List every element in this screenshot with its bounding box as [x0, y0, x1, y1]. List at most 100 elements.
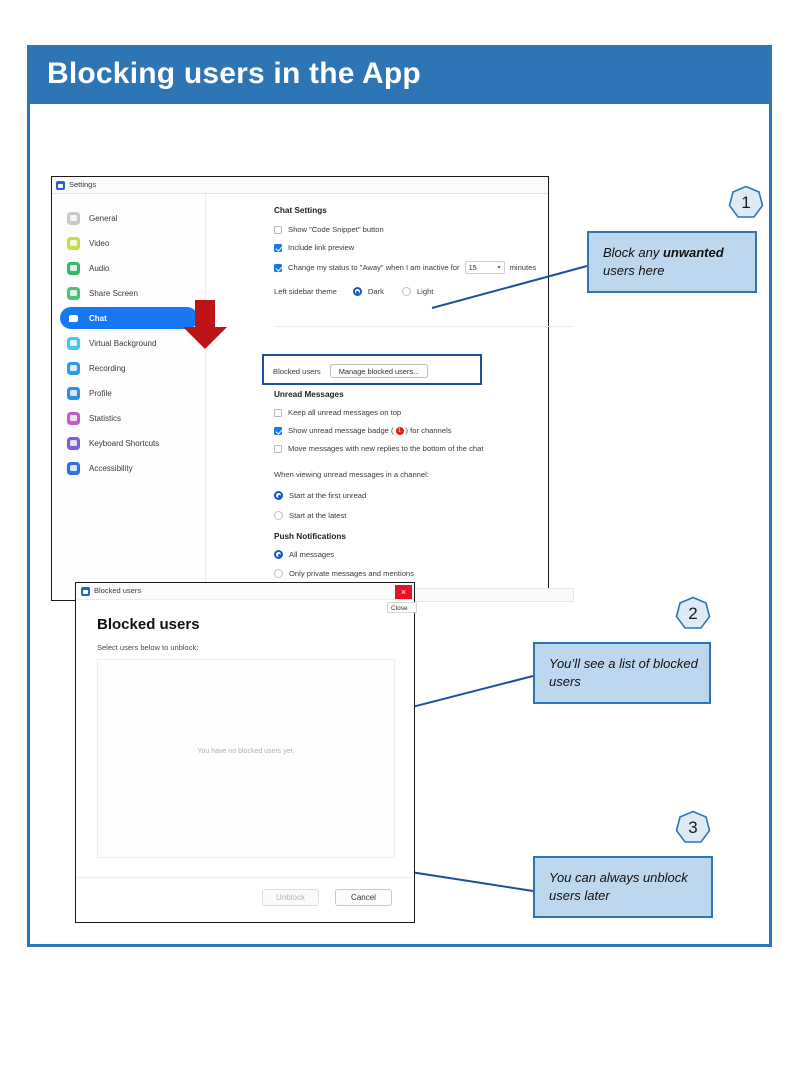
theme-dark-label: Dark — [367, 287, 384, 296]
blocked-dialog-titlebar: Blocked users × Close — [76, 583, 417, 613]
sidebar-item-label: Accessibility — [89, 463, 133, 473]
sidebar-item-video[interactable]: Video — [60, 232, 198, 254]
sidebar-item-profile[interactable]: Profile — [60, 382, 198, 404]
screen-share-icon — [67, 286, 80, 300]
sidebar-item-label: Share Screen — [89, 288, 138, 298]
blocked-users-label: Blocked users — [273, 366, 321, 376]
red-arrow-annotation — [183, 300, 227, 349]
close-tooltip: Close — [387, 602, 417, 613]
radio-start-latest[interactable] — [274, 511, 283, 520]
viewing-unread-label: When viewing unread messages in a channe… — [274, 470, 429, 479]
record-icon — [67, 361, 80, 375]
callout-1-text-pre: Block any — [603, 245, 663, 261]
option-keep-unread-on-top[interactable]: Keep all unread messages on top — [274, 408, 401, 417]
sidebar-item-accessibility[interactable]: Accessibility — [60, 457, 198, 479]
callout-marker-3-number: 3 — [688, 818, 698, 837]
blocked-users-row: Blocked users Manage blocked users... — [273, 364, 429, 378]
checkbox-move-messages-bottom[interactable] — [274, 444, 282, 453]
sidebar-item-label: Audio — [89, 263, 110, 273]
sidebar-item-chat[interactable]: Chat — [60, 307, 198, 329]
callout-1-text: Block any unwanted users here — [589, 244, 755, 279]
theme-option-light[interactable]: Light — [401, 287, 433, 296]
sidebar-item-label: Statistics — [89, 413, 122, 423]
sidebar-item-share-screen[interactable]: Share Screen — [60, 282, 198, 304]
option-start-first-unread[interactable]: Start at the first unread — [274, 491, 366, 500]
radio-theme-light[interactable] — [401, 287, 411, 296]
app-logo-icon — [81, 587, 90, 596]
callout-2-text: You’ll see a list of blocked users — [549, 656, 698, 689]
away-minutes-value: 15 — [468, 263, 477, 272]
radio-all-messages[interactable] — [274, 550, 283, 559]
settings-window: Settings General Video Audio Share Scree… — [51, 176, 574, 626]
chat-settings-heading: Chat Settings — [274, 206, 327, 215]
settings-titlebar: Settings — [52, 177, 548, 194]
theme-option-dark[interactable]: Dark — [352, 287, 384, 296]
callout-marker-3: 3 — [675, 810, 711, 846]
option-show-unread-badge[interactable]: Show unread message badge ( 1 ) for chan… — [274, 426, 452, 435]
sidebar-item-recording[interactable]: Recording — [60, 357, 198, 379]
blocked-users-highlight-box: Blocked users Manage blocked users... — [262, 354, 482, 385]
manage-blocked-users-button[interactable]: Manage blocked users... — [329, 364, 429, 378]
away-suffix-label: minutes — [509, 263, 537, 272]
divider — [274, 326, 574, 327]
person-icon — [67, 386, 80, 400]
checkbox-away-status[interactable] — [274, 263, 282, 272]
page-title: Blocking users in the App — [47, 57, 421, 90]
empty-state-text: You have no blocked users yet. — [197, 748, 295, 755]
keyboard-icon — [67, 436, 80, 450]
sidebar-item-virtual-background[interactable]: Virtual Background — [60, 332, 198, 354]
option-show-code-snippet[interactable]: Show "Code Snippet" button — [274, 225, 384, 234]
virtual-bg-icon — [67, 336, 80, 350]
radio-private-and-mentions[interactable] — [274, 569, 283, 578]
blocked-users-list[interactable]: You have no blocked users yet. — [97, 659, 395, 858]
checkbox-include-link-preview[interactable] — [274, 243, 282, 252]
option-away-status[interactable]: Change my status to "Away" when I am ina… — [274, 261, 536, 274]
checkbox-show-unread-badge[interactable] — [274, 426, 282, 435]
camera-icon — [67, 236, 80, 250]
option-label: Start at the first unread — [289, 491, 367, 500]
blocked-dialog-heading: Blocked users — [97, 616, 200, 633]
sidebar-item-label: Chat — [89, 313, 107, 323]
option-all-messages[interactable]: All messages — [274, 550, 334, 559]
unread-messages-heading: Unread Messages — [274, 390, 344, 399]
option-label: Move messages with new replies to the bo… — [288, 444, 484, 453]
theme-row: Left sidebar theme Dark Light — [274, 287, 433, 296]
slide-frame: Blocking users in the App Settings Gener… — [27, 45, 772, 947]
badge-suffix-label: ) for channels — [405, 426, 452, 435]
checkbox-keep-unread-on-top[interactable] — [274, 408, 282, 417]
sidebar-item-label: Profile — [89, 388, 112, 398]
radio-start-first-unread[interactable] — [274, 491, 283, 500]
callout-marker-1-number: 1 — [741, 193, 751, 212]
settings-titlebar-label: Settings — [69, 180, 97, 189]
checkbox-show-code-snippet[interactable] — [274, 225, 282, 234]
sidebar-item-keyboard-shortcuts[interactable]: Keyboard Shortcuts — [60, 432, 198, 454]
cancel-button[interactable]: Cancel — [335, 889, 392, 906]
option-include-link-preview[interactable]: Include link preview — [274, 243, 354, 252]
unblock-button[interactable]: Unblock — [262, 889, 319, 906]
callout-3: You can always unblock users later — [533, 856, 713, 918]
sidebar-item-audio[interactable]: Audio — [60, 257, 198, 279]
blocked-users-dialog: Blocked users × Close Blocked users Sele… — [75, 582, 417, 923]
option-private-and-mentions[interactable]: Only private messages and mentions — [274, 569, 414, 578]
radio-theme-dark[interactable] — [352, 287, 362, 296]
settings-content-pane: Chat Settings Show "Code Snippet" button… — [206, 194, 574, 626]
push-notifications-heading: Push Notifications — [274, 532, 346, 541]
callout-2: You’ll see a list of blocked users — [533, 642, 711, 704]
callout-marker-1: 1 — [728, 185, 764, 221]
blocked-dialog-titlebar-label: Blocked users — [94, 586, 142, 595]
theme-label: Left sidebar theme — [274, 287, 337, 296]
option-start-latest[interactable]: Start at the latest — [274, 511, 346, 520]
close-icon[interactable]: × — [395, 585, 412, 599]
callout-1: Block any unwanted users here — [587, 231, 757, 293]
callout-1-text-bold: unwanted — [662, 245, 724, 261]
away-minutes-select[interactable]: 15 ▾ — [464, 261, 505, 274]
app-logo-icon — [56, 181, 65, 190]
sidebar-item-statistics[interactable]: Statistics — [60, 407, 198, 429]
option-label: Keep all unread messages on top — [288, 408, 402, 417]
callout-marker-2: 2 — [675, 596, 711, 632]
sidebar-item-general[interactable]: General — [60, 207, 198, 229]
option-move-messages-bottom[interactable]: Move messages with new replies to the bo… — [274, 444, 483, 453]
sidebar-item-label: Keyboard Shortcuts — [89, 438, 160, 448]
callout-marker-2-number: 2 — [688, 604, 698, 623]
option-label: Start at the latest — [289, 511, 347, 520]
